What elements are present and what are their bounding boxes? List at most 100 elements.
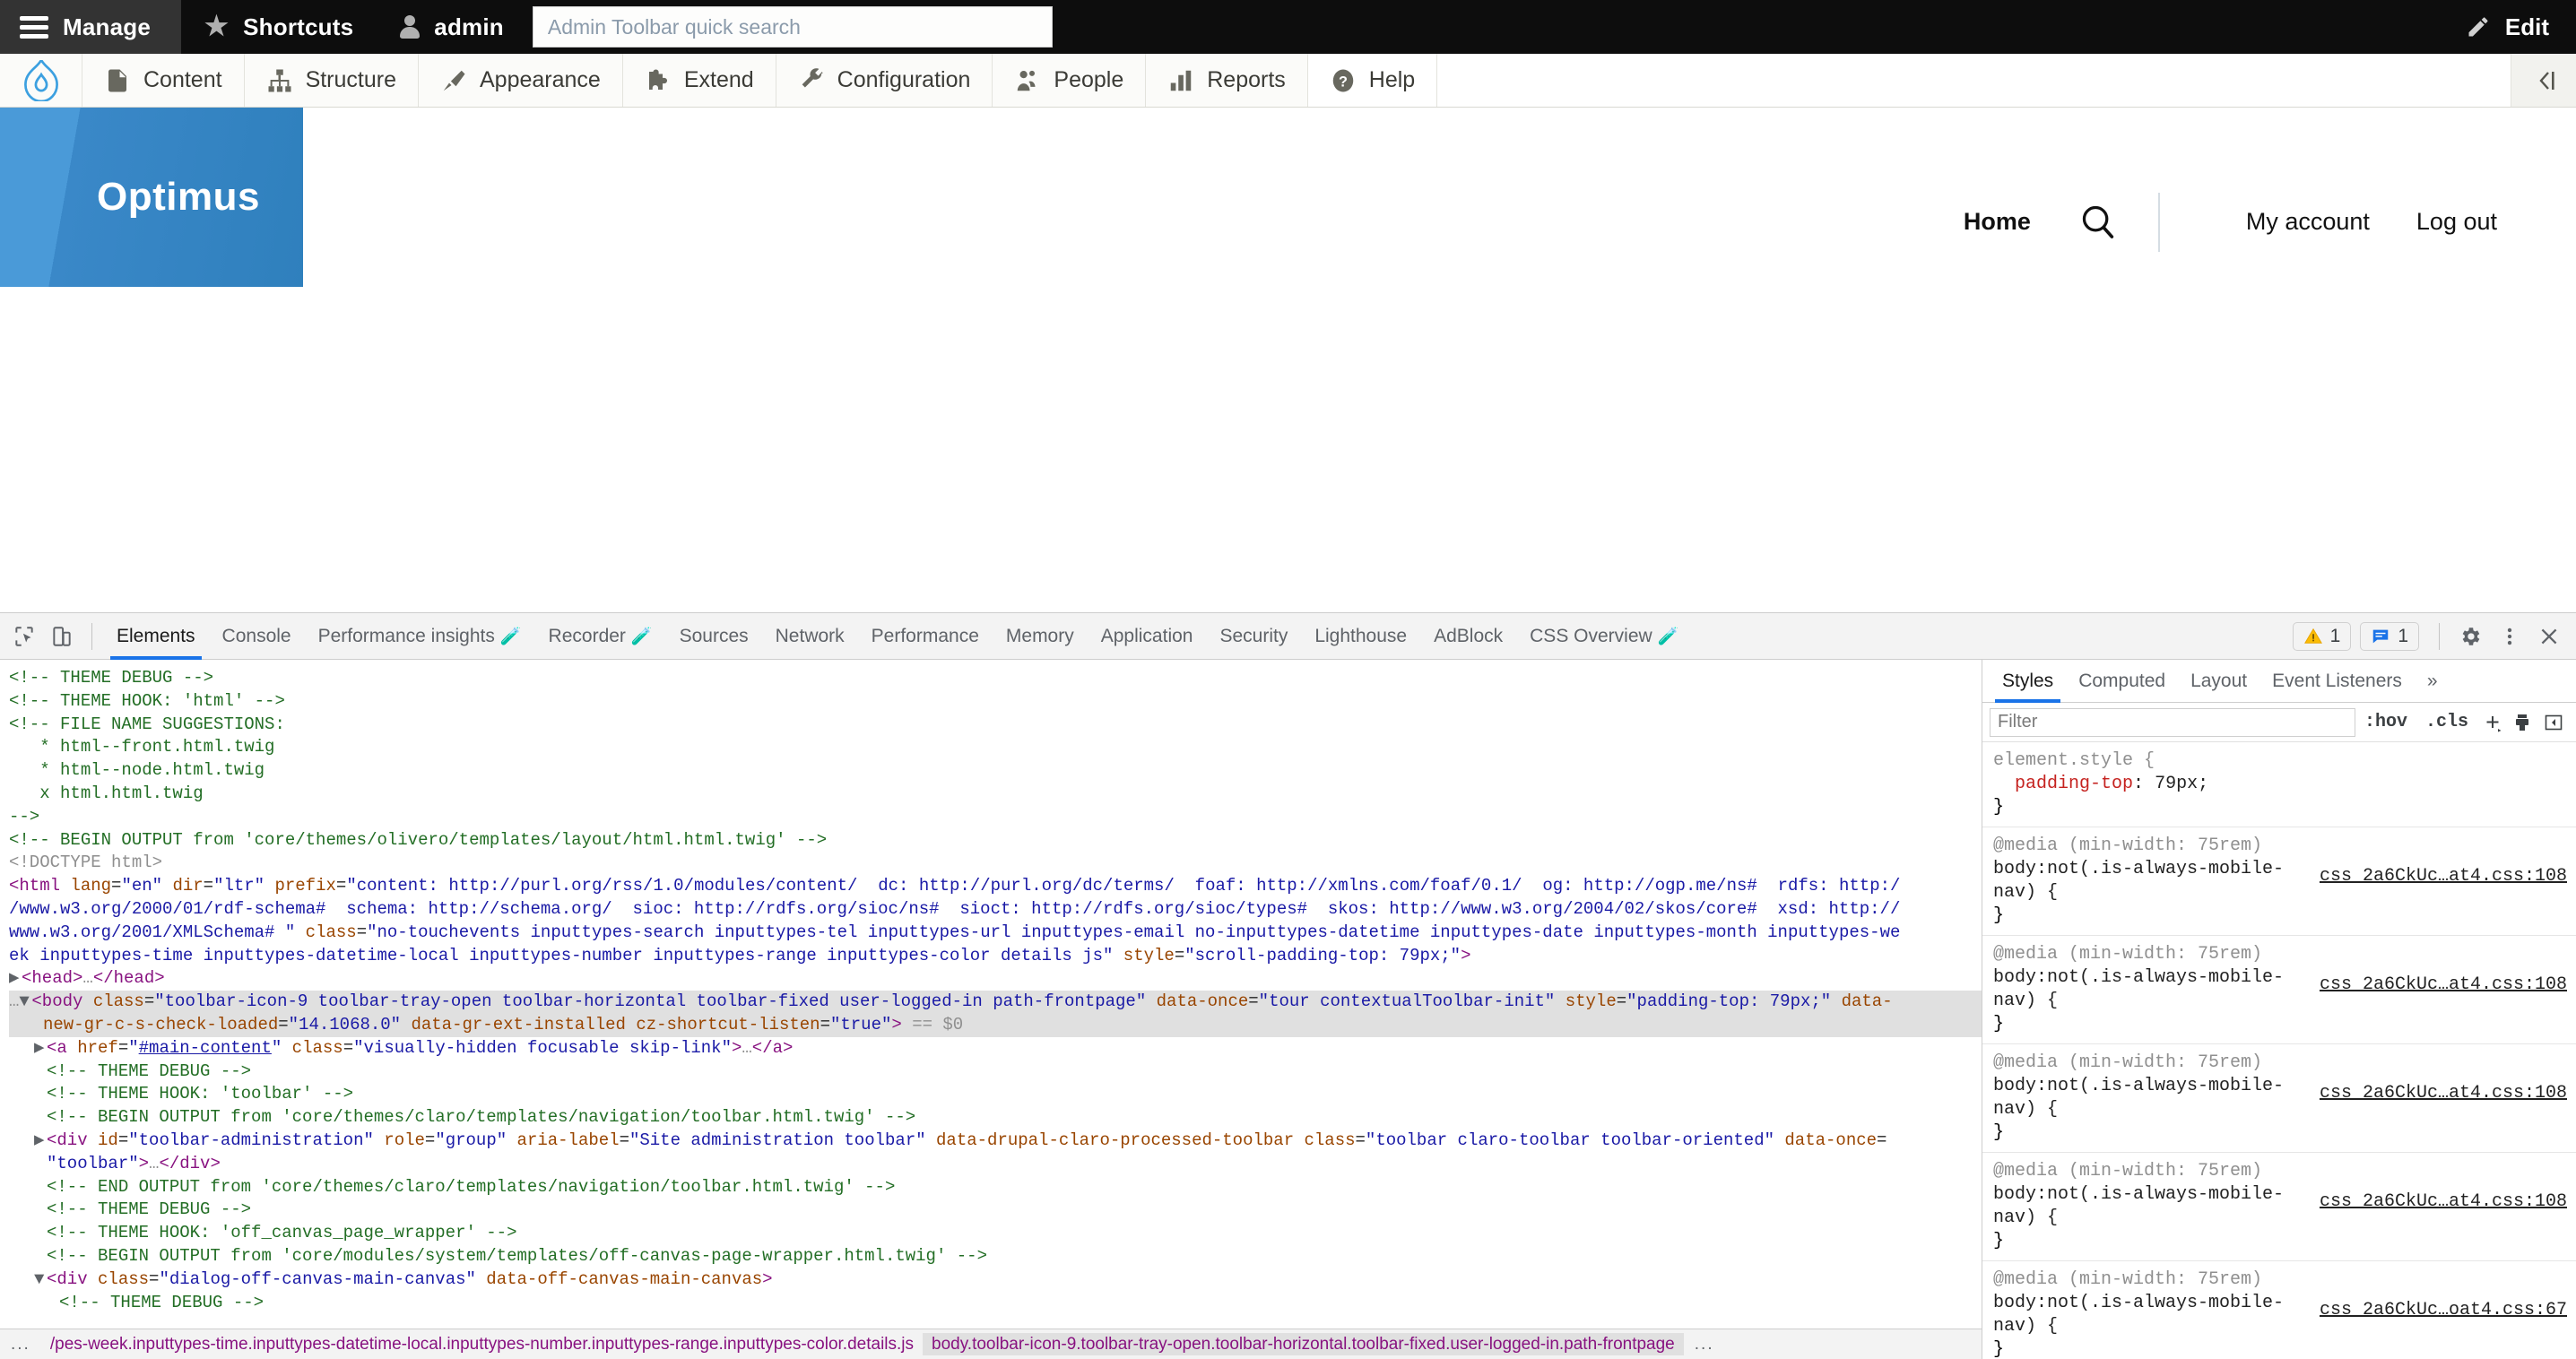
style-rule[interactable]: @media (min-width: 75rem) body:not(.is-a… <box>1982 1261 2576 1359</box>
style-rule-origin-link[interactable]: css_2a6CkUc…at4.css:108 <box>2320 865 2567 888</box>
style-rule-selector[interactable]: body:not(.is-always-mobile-nav) { <box>1993 966 2316 1013</box>
dom-line-toolbar-div[interactable]: ▶ <div id="toolbar-administration" role="… <box>9 1130 1982 1153</box>
admin-tray-item-configuration[interactable]: Configuration <box>776 54 993 107</box>
style-property-value[interactable]: 79px; <box>2155 774 2208 794</box>
style-rule-origin-link[interactable]: css_2a6CkUc…oat4.css:67 <box>2320 1299 2567 1322</box>
dom-line-html-open[interactable]: <html lang="en" dir="ltr" prefix="conten… <box>9 875 1982 898</box>
dom-line: <!-- THEME DEBUG --> <box>47 1060 252 1081</box>
style-rule-origin-link[interactable]: css_2a6CkUc…at4.css:108 <box>2320 1082 2567 1105</box>
styles-rules-list[interactable]: element.style { padding-top: 79px; } @me… <box>1982 742 2576 1359</box>
beaker-icon: 🧪 <box>499 627 522 646</box>
dom-line: * html--node.html.twig <box>9 760 265 781</box>
admin-tray-item-help[interactable]: ? Help <box>1307 54 1438 107</box>
admin-toolbar-manage-button[interactable]: Manage <box>0 0 182 54</box>
puzzle-icon <box>645 67 672 94</box>
tab-label: Console <box>221 625 291 646</box>
styles-filter-input[interactable] <box>1990 707 2355 737</box>
close-icon[interactable] <box>2529 617 2569 656</box>
styles-tab-overflow-button[interactable]: » <box>2415 660 2450 703</box>
warning-counter[interactable]: 1 <box>2292 621 2352 651</box>
devtools-body: <!-- THEME DEBUG --> <!-- THEME HOOK: 'h… <box>0 660 2576 1359</box>
breadcrumb-crumb[interactable]: /pes-week.inputtypes-time.inputtypes-dat… <box>41 1333 923 1356</box>
style-rule[interactable]: @media (min-width: 75rem) body:not(.is-a… <box>1982 936 2576 1044</box>
devtools-tab-css-overview[interactable]: CSS Overview 🧪 <box>1516 613 1692 660</box>
devtools-tab-security[interactable]: Security <box>1206 613 1301 660</box>
breadcrumb-leading-dots[interactable]: ... <box>0 1333 41 1356</box>
admin-tray-item-structure[interactable]: Structure <box>245 54 419 107</box>
admin-tray-item-content[interactable]: Content <box>82 54 245 107</box>
more-vertical-icon[interactable] <box>2490 617 2529 656</box>
dom-line-body-open[interactable]: …▼ <body class="toolbar-icon-9 toolbar-tr… <box>9 991 1982 1014</box>
admin-toolbar-search-wrapper <box>527 0 1053 54</box>
styles-tab-layout[interactable]: Layout <box>2178 660 2259 703</box>
admin-tray-item-reports[interactable]: Reports <box>1146 54 1308 107</box>
devtools-tab-application[interactable]: Application <box>1088 613 1207 660</box>
devtools-tab-network[interactable]: Network <box>762 613 858 660</box>
devtools-tab-memory[interactable]: Memory <box>993 613 1088 660</box>
admin-toolbar-shortcuts-label: Shortcuts <box>243 13 354 40</box>
styles-tab-event-listeners[interactable]: Event Listeners <box>2259 660 2415 703</box>
device-toolbar-icon[interactable] <box>43 618 81 655</box>
admin-tray-empty-space <box>1437 54 2511 107</box>
style-rule[interactable]: @media (min-width: 75rem) body:not(.is-a… <box>1982 1044 2576 1153</box>
dom-line-skip-link[interactable]: ▶ <a href="#main-content" class="visually… <box>9 1037 1982 1060</box>
nav-link-home[interactable]: Home <box>1964 208 2031 236</box>
nav-link-my-account[interactable]: My account <box>2246 208 2370 236</box>
admin-tray-item-extend[interactable]: Extend <box>623 54 776 107</box>
dom-tree-view[interactable]: <!-- THEME DEBUG --> <!-- THEME HOOK: 'h… <box>0 660 1982 1359</box>
dom-line-off-canvas-div[interactable]: ▼ <div class="dialog-off-canvas-main-canv… <box>9 1268 1982 1292</box>
devtools-tab-console[interactable]: Console <box>209 613 305 660</box>
devtools-tab-elements[interactable]: Elements <box>103 613 209 660</box>
tab-label: Application <box>1100 625 1193 646</box>
style-rule[interactable]: @media (min-width: 75rem) body:not(.is-a… <box>1982 827 2576 936</box>
styles-tab-computed[interactable]: Computed <box>2066 660 2178 703</box>
inspect-element-icon[interactable] <box>5 618 43 655</box>
print-style-icon[interactable] <box>2508 707 2538 738</box>
styles-tab-styles[interactable]: Styles <box>1990 660 2066 703</box>
message-counter[interactable]: 1 <box>2360 621 2419 651</box>
devtools-tab-performance-insights[interactable]: Performance insights 🧪 <box>305 613 535 660</box>
admin-toolbar-account-button[interactable]: admin <box>377 0 527 54</box>
devtools-tab-sources[interactable]: Sources <box>666 613 762 660</box>
admin-tray-item-people[interactable]: People <box>993 54 1147 107</box>
style-rule-selector[interactable]: body:not(.is-always-mobile-nav) { <box>1993 1075 2316 1121</box>
gear-icon[interactable] <box>2450 617 2490 656</box>
style-rule-selector[interactable]: body:not(.is-always-mobile-nav) { <box>1993 1292 2316 1338</box>
style-rule-origin-link[interactable]: css_2a6CkUc…at4.css:108 <box>2320 1190 2567 1214</box>
style-rule-origin-link[interactable]: css_2a6CkUc…at4.css:108 <box>2320 974 2567 997</box>
hov-toggle-button[interactable]: :hov <box>2355 712 2416 732</box>
devtools-tab-lighthouse[interactable]: Lighthouse <box>1301 613 1420 660</box>
drupal-drop-logo[interactable] <box>0 54 82 107</box>
devtools-tab-recorder[interactable]: Recorder 🧪 <box>535 613 666 660</box>
style-rule-selector[interactable]: body:not(.is-always-mobile-nav) { <box>1993 858 2316 905</box>
admin-toolbar-search-input[interactable] <box>532 6 1053 48</box>
add-style-rule-icon[interactable] <box>2477 707 2508 738</box>
site-branding[interactable]: Optimus <box>0 108 303 287</box>
devtools-tab-adblock[interactable]: AdBlock <box>1420 613 1516 660</box>
style-rule-element-style[interactable]: element.style { padding-top: 79px; } <box>1982 742 2576 827</box>
collapse-tray-icon[interactable] <box>2511 54 2576 107</box>
devtools-tab-performance[interactable]: Performance <box>858 613 993 660</box>
admin-toolbar-shortcuts-button[interactable]: ★ Shortcuts <box>181 0 377 54</box>
nav-link-log-out[interactable]: Log out <box>2416 208 2497 236</box>
style-property-name[interactable]: padding-top <box>2015 774 2133 794</box>
dom-line: <!-- BEGIN OUTPUT from 'core/themes/oliv… <box>9 829 828 850</box>
style-rule-selector[interactable]: body:not(.is-always-mobile-nav) { <box>1993 1183 2316 1230</box>
tab-label: CSS Overview <box>1530 625 1652 646</box>
toggle-sidebar-icon[interactable] <box>2538 707 2569 738</box>
tab-label: AdBlock <box>1434 625 1504 646</box>
admin-tray-item-appearance[interactable]: Appearance <box>419 54 623 107</box>
style-declaration[interactable]: padding-top: 79px; <box>1993 773 2567 796</box>
breadcrumb-crumb-selected[interactable]: body.toolbar-icon-9.toolbar-tray-open.to… <box>923 1332 1684 1356</box>
sitemap-icon <box>266 67 293 94</box>
dom-line-head[interactable]: ▶ <head>…</head> <box>9 967 1982 991</box>
paintbrush-icon <box>440 67 467 94</box>
breadcrumb-trailing-dots[interactable]: ... <box>1684 1333 1725 1356</box>
style-rule-media: @media (min-width: 75rem) <box>1993 1161 2263 1182</box>
hamburger-icon <box>20 15 48 39</box>
search-icon[interactable] <box>2077 202 2119 243</box>
cls-toggle-button[interactable]: .cls <box>2416 712 2477 732</box>
admin-toolbar-edit-button[interactable]: Edit <box>2439 0 2576 54</box>
admin-tray-item-label: People <box>1054 67 1124 92</box>
style-rule[interactable]: @media (min-width: 75rem) body:not(.is-a… <box>1982 1153 2576 1261</box>
